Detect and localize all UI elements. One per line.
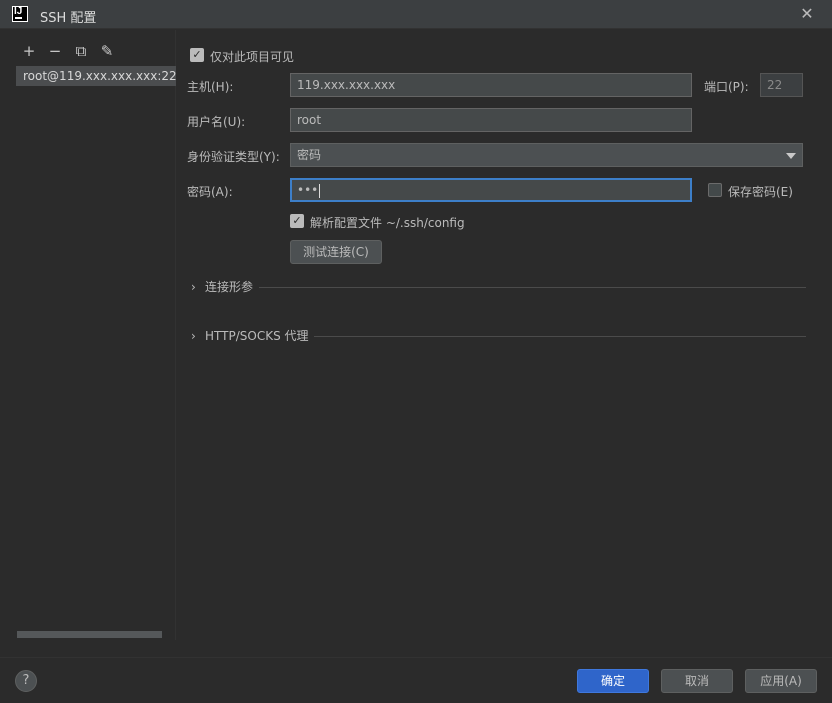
test-connection-button[interactable]: 测试连接(C)	[290, 240, 382, 264]
title-bar: IJ SSH 配置 ✕	[0, 0, 832, 29]
ssh-config-form: ✓ 仅对此项目可见 主机(H): 119.xxx.xxx.xxx 端口(P): …	[177, 30, 832, 640]
intellij-logo-icon: IJ	[12, 6, 28, 22]
parse-config-label: 解析配置文件 ~/.ssh/config	[310, 216, 465, 230]
host-label: 主机(H):	[187, 80, 234, 94]
host-input[interactable]: 119.xxx.xxx.xxx	[290, 73, 692, 97]
username-label: 用户名(U):	[187, 115, 246, 129]
port-label: 端口(P):	[704, 80, 749, 94]
project-only-label: 仅对此项目可见	[210, 50, 295, 64]
ok-button[interactable]: 确定	[577, 669, 649, 693]
logo-text: IJ	[14, 6, 23, 17]
password-input[interactable]: •••	[290, 178, 692, 202]
chevron-down-icon	[786, 153, 796, 159]
sidebar-item-label: root@119.xxx.xxx.xxx:22	[23, 69, 176, 83]
help-icon[interactable]: ?	[15, 670, 37, 692]
apply-button[interactable]: 应用(A)	[745, 669, 817, 693]
chevron-right-icon: ›	[191, 280, 196, 294]
username-input[interactable]: root	[290, 108, 692, 132]
port-input[interactable]: 22	[760, 73, 803, 97]
copy-icon[interactable]: ⧉	[72, 42, 90, 60]
remove-icon[interactable]: −	[46, 42, 64, 60]
auth-type-value: 密码	[297, 148, 322, 162]
close-icon[interactable]: ✕	[796, 4, 818, 24]
edit-icon[interactable]: ✎	[98, 42, 116, 60]
cancel-button[interactable]: 取消	[661, 669, 733, 693]
text-cursor	[319, 183, 321, 198]
window-title: SSH 配置	[40, 11, 97, 26]
sidebar: + − ⧉ ✎ root@119.xxx.xxx.xxx:22 密	[0, 30, 176, 640]
project-only-checkbox[interactable]: ✓	[190, 48, 204, 62]
section-label: 连接形参	[205, 280, 254, 294]
divider	[259, 287, 806, 288]
save-password-checkbox[interactable]	[708, 183, 722, 197]
save-password-label: 保存密码(E)	[728, 185, 793, 199]
auth-type-label: 身份验证类型(Y):	[187, 150, 280, 164]
proxy-section[interactable]: › HTTP/SOCKS 代理	[191, 328, 806, 344]
chevron-right-icon: ›	[191, 329, 196, 343]
auth-type-select[interactable]: 密码	[290, 143, 803, 167]
dialog-footer: ? 确定 取消 应用(A)	[0, 657, 832, 703]
parse-config-checkbox[interactable]: ✓	[290, 214, 304, 228]
password-label: 密码(A):	[187, 185, 233, 199]
horizontal-scrollbar[interactable]	[17, 631, 162, 638]
connection-params-section[interactable]: › 连接形参	[191, 279, 806, 295]
password-value: •••	[297, 183, 319, 197]
section-label: HTTP/SOCKS 代理	[205, 329, 309, 343]
sidebar-item-connection[interactable]: root@119.xxx.xxx.xxx:22 密	[16, 66, 176, 86]
divider	[314, 336, 806, 337]
add-icon[interactable]: +	[20, 42, 38, 60]
